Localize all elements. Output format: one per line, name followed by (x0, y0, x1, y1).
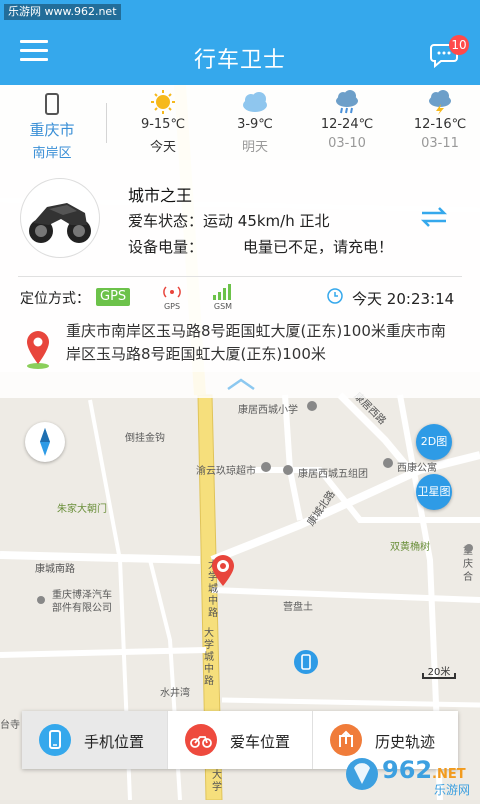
weather-day-label: 03-11 (421, 136, 459, 151)
gsm-signal-bars-icon (213, 284, 231, 300)
gps-signal-icon (163, 286, 181, 298)
gps-signal-label: GPS (163, 302, 181, 311)
device-battery-value: 电量已不足，请充电！ (243, 238, 394, 256)
gps-mode-badge: GPS (96, 288, 131, 306)
map-poi-label: 渝云玖琼超市 (196, 466, 256, 477)
map-poi-label: 双黄桷树 (390, 542, 430, 553)
motorbike-image (29, 203, 91, 243)
swap-arrows-icon (420, 207, 448, 227)
rain-icon (312, 89, 382, 115)
map-poi-label: 重庆博泽汽车部件有限公司 (52, 590, 112, 614)
vehicle-info-card: 城市之王 爱车状态：运动 45km/h 正北 设备电量： 电量已不足，请充电！ 定… (0, 160, 480, 372)
map-poi-label: 台寺 (0, 720, 20, 731)
map-road-label: 康城南路 (35, 564, 75, 575)
tab-label: 爱车位置 (230, 733, 291, 751)
phone-icon (45, 93, 59, 115)
tab-label: 手机位置 (84, 733, 145, 751)
weather-temp: 9-15℃ (140, 117, 186, 132)
map-poi-label: 朱家大朝门 (57, 504, 107, 515)
weather-temp: 3-9℃ (237, 117, 273, 132)
weather-day-label: 03-10 (328, 136, 366, 151)
device-battery-row: 设备电量： 电量已不足，请充电！ (128, 236, 393, 257)
sun-icon (128, 89, 198, 115)
map-poi-label: 水井湾 (160, 688, 190, 699)
cloud-icon (220, 89, 290, 115)
city-name: 重庆市 (29, 121, 75, 139)
tab-phone-location[interactable]: 手机位置 (22, 711, 167, 769)
weather-day-label: 明天 (241, 140, 268, 155)
time-day: 今天 (352, 290, 383, 308)
car-location-marker[interactable] (210, 555, 236, 587)
site-watermark: 乐游网 www.962.net (4, 4, 121, 20)
card-divider (18, 276, 462, 277)
map-poi-label: 倒挂金钩 (125, 433, 165, 444)
brand-watermark: 962 .NET 乐游网 (340, 748, 480, 800)
compass-button[interactable] (25, 422, 65, 462)
phone-location-marker[interactable] (294, 650, 318, 674)
tab-vehicle-location[interactable]: 爱车位置 (167, 711, 313, 769)
weather-day-label: 今天 (149, 140, 176, 155)
vehicle-status-row: 爱车状态：运动 45km/h 正北 (128, 210, 330, 231)
weather-divider (106, 103, 107, 143)
last-update-time: 今天 20:23:14 (352, 288, 454, 309)
vehicle-status-label: 爱车状态： (128, 212, 204, 230)
map-poi-label: 营盘土 (283, 602, 313, 613)
map-poi-label: 康居西城小学 (238, 405, 298, 416)
device-battery-label: 设备电量： (128, 238, 204, 256)
gsm-signal: GSM (208, 284, 238, 311)
switch-vehicle-button[interactable] (420, 206, 448, 228)
map-scale: 20米 (422, 663, 456, 679)
weather-day-3: 12-24℃ 03-10 (312, 89, 382, 151)
map-poi-label: 康居西城五组团 (298, 469, 368, 480)
collapse-card-handle[interactable] (0, 372, 480, 398)
vehicle-avatar[interactable] (20, 178, 100, 258)
clock-icon (327, 288, 343, 304)
thunder-rain-icon (405, 89, 475, 115)
district-name: 南岸区 (32, 146, 72, 161)
chevron-up-icon (227, 378, 255, 391)
gps-signal: GPS (158, 284, 186, 311)
weather-temp: 12-16℃ (413, 117, 467, 132)
vehicle-name: 城市之王 (128, 186, 193, 205)
weather-day-4: 12-16℃ 03-11 (405, 89, 475, 151)
compass-icon (40, 428, 50, 456)
map-road-label: 大学 (212, 770, 222, 793)
gsm-signal-label: GSM (213, 302, 233, 311)
location-mode-label: 定位方式： (20, 291, 90, 307)
motorbike-icon (185, 724, 217, 756)
svg-text:乐游网: 乐游网 (434, 783, 470, 797)
brand-logo: 962 .NET 乐游网 (346, 756, 470, 797)
time-value: 20:23:14 (386, 290, 455, 308)
weather-bar: 重庆市 南岸区 9-15℃ 今天 3-9℃ 明天 12-24℃ 03-10 12… (0, 85, 480, 161)
map-2d-button[interactable]: 2D图 (416, 424, 452, 460)
weather-day-today: 9-15℃ 今天 (128, 89, 198, 155)
weather-temp: 12-24℃ (320, 117, 374, 132)
vehicle-address: 重庆市南岸区玉马路8号距国虹大厦(正东)100米重庆市南岸区玉马路8号距国虹大厦… (66, 322, 446, 363)
city-selector[interactable]: 重庆市 南岸区 (20, 93, 84, 161)
map-satellite-button[interactable]: 卫星图 (416, 474, 452, 510)
location-pin-icon (27, 331, 49, 369)
svg-text:.NET: .NET (432, 767, 466, 782)
vehicle-status-value: 运动 45km/h 正北 (203, 212, 330, 230)
phone-icon (39, 724, 71, 756)
map-road-label: 大学城中路 (204, 628, 214, 687)
page-title: 行车卫士 (193, 48, 286, 73)
message-count-badge: 10 (449, 35, 469, 55)
weather-day-tomorrow: 3-9℃ 明天 (220, 89, 290, 155)
svg-text:962: 962 (382, 756, 432, 784)
map-poi-label: 重庆合 (463, 546, 473, 583)
map-poi-label: 西康公寓 (397, 463, 437, 474)
